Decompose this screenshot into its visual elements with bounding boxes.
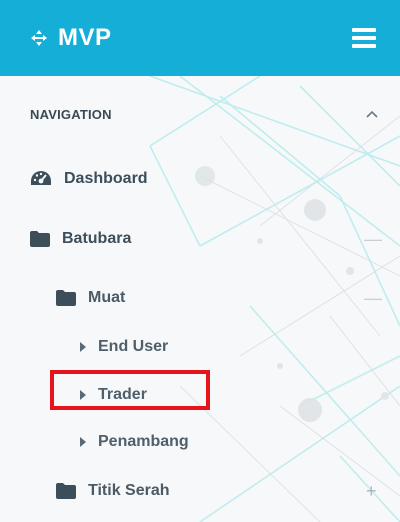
sidebar-item-label: Titik Serah <box>88 482 170 499</box>
top-bar: MVP <box>0 0 400 76</box>
sidebar: NAVIGATION Dashboard Batubara — Muat — E… <box>0 76 400 522</box>
sidebar-item-muat[interactable]: Muat <box>56 289 125 307</box>
app-window: MVP NAVIGATION Dashboard Batubara — Muat… <box>0 0 400 522</box>
folder-icon <box>56 483 76 499</box>
sidebar-item-label: Penambang <box>98 433 189 450</box>
sidebar-item-label: Batubara <box>62 230 132 247</box>
sidebar-item-dashboard[interactable]: Dashboard <box>30 170 148 188</box>
brand[interactable]: MVP <box>30 22 112 54</box>
sidebar-item-label: Muat <box>88 289 126 306</box>
sidebar-item-end-user[interactable]: End User <box>80 338 168 356</box>
hamburger-icon[interactable] <box>352 28 376 48</box>
chevron-up-icon[interactable] <box>366 110 378 118</box>
plus-icon[interactable]: + <box>366 482 377 500</box>
sidebar-item-trader[interactable]: Trader <box>80 386 147 404</box>
caret-right-icon <box>80 342 86 352</box>
sidebar-item-titik-serah[interactable]: Titik Serah <box>56 482 170 500</box>
sidebar-item-label: Dashboard <box>64 170 148 187</box>
folder-icon <box>56 290 76 306</box>
caret-right-icon <box>80 390 86 400</box>
crosshair-arrows-icon <box>31 30 47 46</box>
sidebar-item-label: Trader <box>98 386 147 403</box>
minus-icon[interactable]: — <box>364 230 382 248</box>
sidebar-item-label: End User <box>98 338 169 355</box>
sidebar-item-batubara[interactable]: Batubara <box>30 230 131 248</box>
folder-icon <box>30 231 50 247</box>
minus-icon[interactable]: — <box>364 289 382 307</box>
sidebar-item-penambang[interactable]: Penambang <box>80 433 189 451</box>
dashboard-gauge-icon <box>31 171 51 185</box>
navigation-section-header: NAVIGATION <box>30 107 112 122</box>
caret-right-icon <box>80 437 86 447</box>
app-title: MVP <box>58 24 112 51</box>
